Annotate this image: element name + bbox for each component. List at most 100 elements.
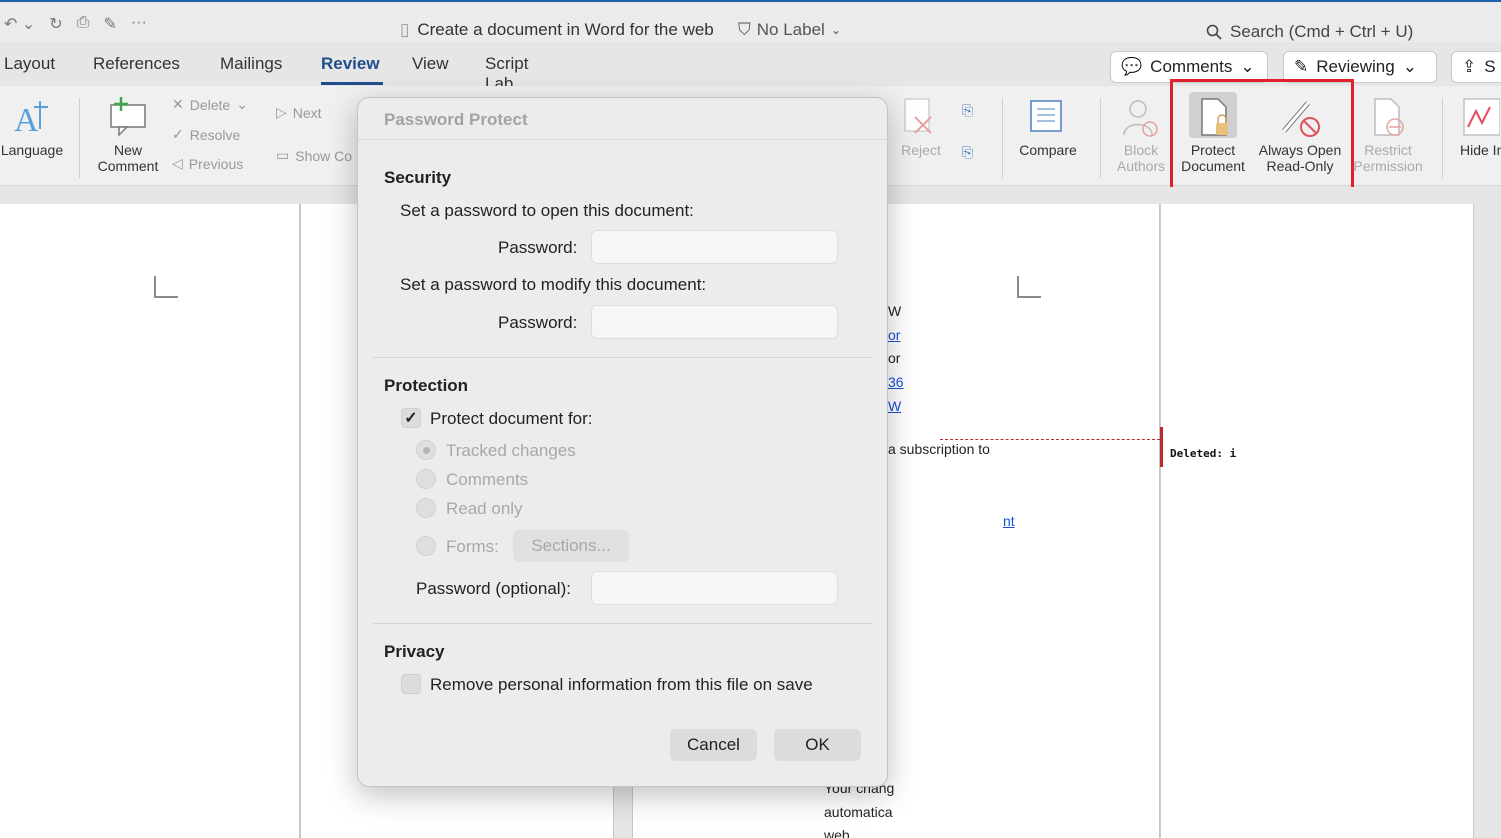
title-bar: ↶ ⌄ ↻ ⎙ ✎ ··· ▯ Create a document in Wor… xyxy=(0,2,1501,42)
comments-button-label: Comments xyxy=(1150,57,1233,76)
delete-comment-label: Delete xyxy=(189,96,231,113)
deleted-balloon[interactable]: Deleted: i xyxy=(1170,447,1236,460)
modify-password-prompt: Set a password to modify this document: xyxy=(400,275,707,294)
protection-heading: Protection xyxy=(384,376,469,395)
restrict-permission-button[interactable]: Restrict Permission xyxy=(1350,86,1426,174)
hide-ink-button[interactable]: Hide In xyxy=(1454,86,1501,158)
reject-button[interactable]: Reject xyxy=(896,86,946,158)
resolve-comment-button[interactable]: ✓ Resolve xyxy=(172,126,240,143)
reject-icon xyxy=(899,92,943,142)
ok-button[interactable]: OK xyxy=(774,729,861,761)
share-button-label: S xyxy=(1484,57,1496,76)
annotation-highlight-box xyxy=(1170,79,1354,197)
hide-ink-label: Hide In xyxy=(1460,142,1501,158)
doc-link-fragment[interactable]: W xyxy=(888,398,901,414)
tab-view[interactable]: View xyxy=(412,54,449,74)
next-comment-button[interactable]: ▷ Next xyxy=(276,104,322,121)
dialog-separator xyxy=(373,623,873,624)
ribbon-separator xyxy=(79,98,80,178)
compare-icon xyxy=(1026,92,1070,142)
tab-layout[interactable]: Layout xyxy=(4,54,55,74)
ribbon-separator xyxy=(1100,98,1101,178)
sensitivity-label-text: No Label xyxy=(756,20,825,39)
cancel-button[interactable]: Cancel xyxy=(670,729,757,761)
document-title-text: Create a document in Word for the web xyxy=(417,20,714,39)
new-comment-icon xyxy=(106,92,150,142)
previous-change-button[interactable]: ⎘ xyxy=(962,102,973,119)
security-heading: Security xyxy=(384,168,452,187)
open-password-field[interactable] xyxy=(591,230,838,264)
chevron-down-icon: ⌄ xyxy=(1240,57,1255,76)
checkmark-icon: ✓ xyxy=(404,410,418,427)
tab-review[interactable]: Review xyxy=(321,54,380,74)
show-comments-button[interactable]: ▭ Show Co xyxy=(276,147,352,164)
previous-comment-button[interactable]: ◁ Previous xyxy=(172,155,243,172)
restrict-permission-label-1: Restrict xyxy=(1364,142,1412,158)
forms-option-label: Forms: xyxy=(446,537,499,556)
new-comment-label-2: Comment xyxy=(97,158,159,174)
document-title[interactable]: ▯ Create a document in Word for the web xyxy=(400,20,714,40)
read-only-option-label: Read only xyxy=(446,499,523,518)
comments-option-label: Comments xyxy=(446,470,529,489)
language-icon: A xyxy=(10,92,54,142)
tab-references[interactable]: References xyxy=(93,54,180,74)
tracked-changes-label: Tracked changes xyxy=(446,441,576,460)
password-protect-dialog: Password Protect Security Set a password… xyxy=(357,97,888,787)
doc-subscription-text: a subscription to xyxy=(888,441,990,457)
active-tab-indicator xyxy=(321,82,383,85)
radio-forms[interactable] xyxy=(416,536,436,556)
language-button[interactable]: A Language xyxy=(0,86,64,158)
restrict-permission-icon xyxy=(1366,92,1410,142)
language-label: Language xyxy=(0,142,64,158)
next-comment-icon: ▷ xyxy=(276,104,287,120)
search-placeholder: Search (Cmd + Ctrl + U) xyxy=(1230,22,1414,41)
undo-icon[interactable]: ↶ ⌄ xyxy=(4,14,35,34)
doc-fragment: W xyxy=(888,303,902,319)
quick-access-toolbar: ↶ ⌄ ↻ ⎙ ✎ ··· xyxy=(4,14,147,34)
shield-icon: ⛉ xyxy=(738,20,751,39)
left-page xyxy=(0,204,300,838)
restrict-permission-label-2: Permission xyxy=(1353,158,1423,174)
search-box[interactable]: Search (Cmd + Ctrl + U) xyxy=(1206,22,1413,42)
share-button[interactable]: ⇪ S xyxy=(1451,51,1501,83)
delete-comment-button[interactable]: ✕ Delete ⌄ xyxy=(172,96,248,113)
sections-button[interactable]: Sections... xyxy=(513,530,629,562)
modify-password-field[interactable] xyxy=(591,305,838,339)
dialog-title: Password Protect xyxy=(384,110,528,129)
tab-mailings[interactable]: Mailings xyxy=(220,54,282,74)
radio-tracked-changes[interactable] xyxy=(416,440,436,460)
ribbon-separator xyxy=(1002,98,1003,178)
doc-link-fragment[interactable]: 36 xyxy=(888,374,904,390)
block-authors-button[interactable]: Block Authors xyxy=(1112,86,1170,174)
new-comment-button[interactable]: New Comment xyxy=(92,86,164,174)
protect-document-checkbox[interactable]: ✓ xyxy=(401,408,421,428)
sensitivity-label[interactable]: ⛉ No Label ⌄ xyxy=(738,20,841,40)
next-change-button[interactable]: ⎘ xyxy=(962,144,973,161)
draw-icon[interactable]: ✎ xyxy=(103,14,116,34)
compare-button[interactable]: Compare xyxy=(1014,86,1082,158)
ribbon-separator xyxy=(1442,98,1443,178)
show-comments-label: Show Co xyxy=(295,147,353,164)
remove-personal-info-checkbox[interactable] xyxy=(401,674,421,694)
new-comment-label-1: New xyxy=(113,142,142,158)
page-corner-mark xyxy=(1017,276,1041,298)
more-icon[interactable]: ··· xyxy=(131,14,147,34)
chevron-down-icon: ⌄ xyxy=(830,23,841,37)
previous-change-icon: ⎘ xyxy=(962,102,974,118)
previous-comment-label: Previous xyxy=(188,155,244,172)
resolve-icon: ✓ xyxy=(172,126,184,142)
comment-icon: 💬 xyxy=(1121,57,1143,76)
resolve-label: Resolve xyxy=(189,126,241,143)
optional-password-field[interactable] xyxy=(591,571,838,605)
radio-read-only[interactable] xyxy=(416,498,436,518)
doc-link-fragment[interactable]: or xyxy=(888,327,900,343)
chevron-down-icon: ⌄ xyxy=(236,96,248,112)
redo-icon[interactable]: ↻ xyxy=(49,14,62,34)
reject-label: Reject xyxy=(901,142,941,158)
doc-link-fragment[interactable]: nt xyxy=(1003,513,1015,529)
optional-password-label: Password (optional): xyxy=(416,579,571,598)
radio-comments[interactable] xyxy=(416,469,436,489)
dialog-separator xyxy=(373,357,873,358)
print-icon[interactable]: ⎙ xyxy=(77,14,90,34)
reviewing-icon: ✎ xyxy=(1294,57,1309,76)
